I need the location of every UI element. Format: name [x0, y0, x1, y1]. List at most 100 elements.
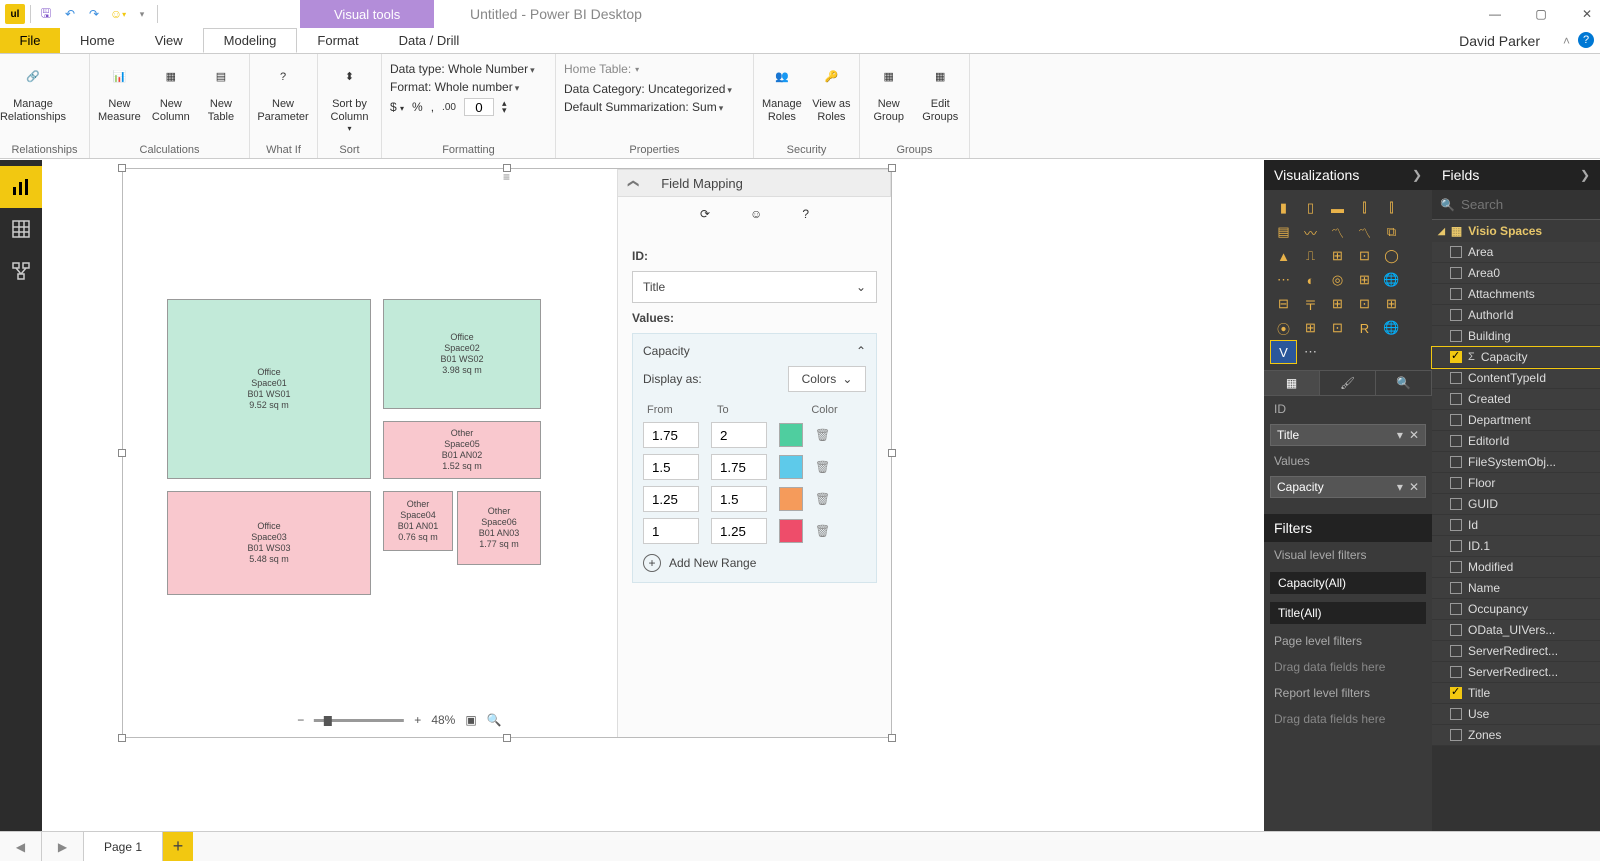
field-building[interactable]: Building: [1432, 326, 1600, 347]
range-from-input[interactable]: [643, 454, 699, 480]
field-created[interactable]: Created: [1432, 389, 1600, 410]
new-table-button[interactable]: ▤New Table: [201, 58, 241, 124]
manage-roles-button[interactable]: 👥Manage Roles: [762, 58, 802, 124]
delete-icon[interactable]: 🗑: [815, 492, 830, 506]
viz-type-icon[interactable]: ⊡: [1325, 317, 1350, 339]
checkbox[interactable]: [1450, 435, 1462, 447]
default-summarization-dropdown[interactable]: Default Summarization: Sum: [564, 100, 732, 114]
checkbox[interactable]: [1450, 519, 1462, 531]
tab-home[interactable]: Home: [60, 28, 135, 53]
field-id[interactable]: Id: [1432, 515, 1600, 536]
refresh-icon[interactable]: ⟳: [700, 207, 710, 221]
checkbox[interactable]: [1450, 687, 1462, 699]
percent-icon[interactable]: %: [412, 100, 423, 114]
tab-format[interactable]: Format: [297, 28, 378, 53]
drag-hint[interactable]: Drag data fields here: [1264, 706, 1432, 732]
checkbox[interactable]: [1450, 603, 1462, 615]
contextual-tab-visual-tools[interactable]: Visual tools: [300, 0, 434, 28]
analytics-tab-icon[interactable]: 🔍: [1376, 371, 1432, 395]
viz-type-icon[interactable]: ▬: [1325, 197, 1350, 219]
undo-icon[interactable]: ↶: [59, 3, 81, 25]
viz-type-icon[interactable]: ⊡: [1352, 245, 1377, 267]
field-modified[interactable]: Modified: [1432, 557, 1600, 578]
space-space05[interactable]: OtherSpace05B01 AN021.52 sq m: [383, 421, 541, 479]
filter-title[interactable]: Title(All): [1270, 602, 1426, 624]
model-view-icon[interactable]: [0, 250, 42, 292]
field-floor[interactable]: Floor: [1432, 473, 1600, 494]
viz-type-icon[interactable]: 🌐: [1379, 317, 1404, 339]
range-from-input[interactable]: [643, 518, 699, 544]
field-name[interactable]: Name: [1432, 578, 1600, 599]
checkbox[interactable]: [1450, 288, 1462, 300]
field-editorid[interactable]: EditorId: [1432, 431, 1600, 452]
maximize-icon[interactable]: ▢: [1532, 7, 1550, 21]
search-input[interactable]: [1461, 197, 1600, 212]
help-icon[interactable]: ?: [1578, 32, 1594, 48]
delete-icon[interactable]: 🗑: [815, 428, 830, 442]
space-space04[interactable]: OtherSpace04B01 AN010.76 sq m: [383, 491, 453, 551]
tab-file[interactable]: File: [0, 28, 60, 53]
remove-icon[interactable]: ✕: [1409, 480, 1419, 494]
expand-icon[interactable]: ◢: [1438, 226, 1445, 237]
viz-type-icon[interactable]: ▲: [1271, 245, 1296, 267]
chevron-down-icon[interactable]: ▾: [1397, 428, 1403, 442]
viz-type-icon[interactable]: R: [1352, 317, 1377, 339]
sort-by-column-button[interactable]: ⬍Sort by Column▾: [326, 58, 373, 134]
checkbox[interactable]: [1450, 729, 1462, 741]
viz-visio-icon[interactable]: V: [1271, 341, 1296, 363]
values-field-well[interactable]: Capacity▾✕: [1270, 476, 1426, 498]
field-authorid[interactable]: AuthorId: [1432, 305, 1600, 326]
add-new-range-button[interactable]: + Add New Range: [643, 554, 866, 572]
checkbox[interactable]: [1450, 582, 1462, 594]
chevron-up-icon[interactable]: ⌃: [856, 344, 866, 358]
checkbox[interactable]: [1450, 477, 1462, 489]
redo-icon[interactable]: ↷: [83, 3, 105, 25]
user-menu-chevron-icon[interactable]: ˄: [1563, 28, 1570, 53]
view-as-roles-button[interactable]: 🔑View as Roles: [812, 58, 851, 124]
range-to-input[interactable]: [711, 486, 767, 512]
viz-type-icon[interactable]: 〰: [1298, 221, 1323, 243]
viz-type-icon[interactable]: ⫿: [1379, 197, 1404, 219]
add-page-button[interactable]: +: [163, 832, 193, 861]
checkbox[interactable]: [1450, 498, 1462, 510]
checkbox[interactable]: [1450, 267, 1462, 279]
field-area[interactable]: Area: [1432, 242, 1600, 263]
field-use[interactable]: Use: [1432, 704, 1600, 725]
smiley-icon[interactable]: ☺: [750, 207, 762, 221]
viz-type-icon[interactable]: ⊡: [1352, 293, 1377, 315]
checkbox[interactable]: [1450, 372, 1462, 384]
field-id1[interactable]: ID.1: [1432, 536, 1600, 557]
space-space03[interactable]: OfficeSpace03B01 WS035.48 sq m: [167, 491, 371, 595]
signed-in-user[interactable]: David Parker: [1459, 28, 1540, 53]
checkbox[interactable]: [1450, 393, 1462, 405]
id-field-well[interactable]: Title▾✕: [1270, 424, 1426, 446]
visualizations-header[interactable]: Visualizations❯: [1264, 160, 1432, 190]
manage-relationships-button[interactable]: 🔗Manage Relationships: [8, 58, 58, 124]
viz-type-icon[interactable]: 〽: [1352, 221, 1377, 243]
checkbox[interactable]: [1450, 456, 1462, 468]
checkbox[interactable]: [1450, 414, 1462, 426]
zoom-in-icon[interactable]: +: [414, 713, 421, 727]
viz-type-icon[interactable]: ⊞: [1352, 269, 1377, 291]
save-icon[interactable]: 🖫: [35, 3, 57, 25]
range-to-input[interactable]: [711, 422, 767, 448]
field-serverredirect[interactable]: ServerRedirect...: [1432, 641, 1600, 662]
page-tab-1[interactable]: Page 1: [84, 832, 163, 861]
close-icon[interactable]: ✕: [1578, 7, 1596, 21]
filter-capacity[interactable]: Capacity(All): [1270, 572, 1426, 594]
data-type-dropdown[interactable]: Data type: Whole Number: [390, 62, 535, 76]
remove-icon[interactable]: ✕: [1409, 428, 1419, 442]
drag-hint[interactable]: Drag data fields here: [1264, 654, 1432, 680]
comma-icon[interactable]: ,: [431, 100, 434, 114]
field-department[interactable]: Department: [1432, 410, 1600, 431]
fields-tab-icon[interactable]: ▦: [1264, 371, 1320, 395]
viz-type-icon[interactable]: ⊞: [1325, 245, 1350, 267]
id-field-dropdown[interactable]: Title⌄: [632, 271, 877, 303]
field-odatauivers[interactable]: OData_UIVers...: [1432, 620, 1600, 641]
viz-type-icon[interactable]: ▯: [1298, 197, 1323, 219]
viz-type-icon[interactable]: ⫿: [1352, 197, 1377, 219]
new-column-button[interactable]: ▦New Column: [151, 58, 191, 124]
range-from-input[interactable]: [643, 486, 699, 512]
spinner-icon[interactable]: ▴▾: [502, 100, 507, 114]
checkbox[interactable]: [1450, 624, 1462, 636]
